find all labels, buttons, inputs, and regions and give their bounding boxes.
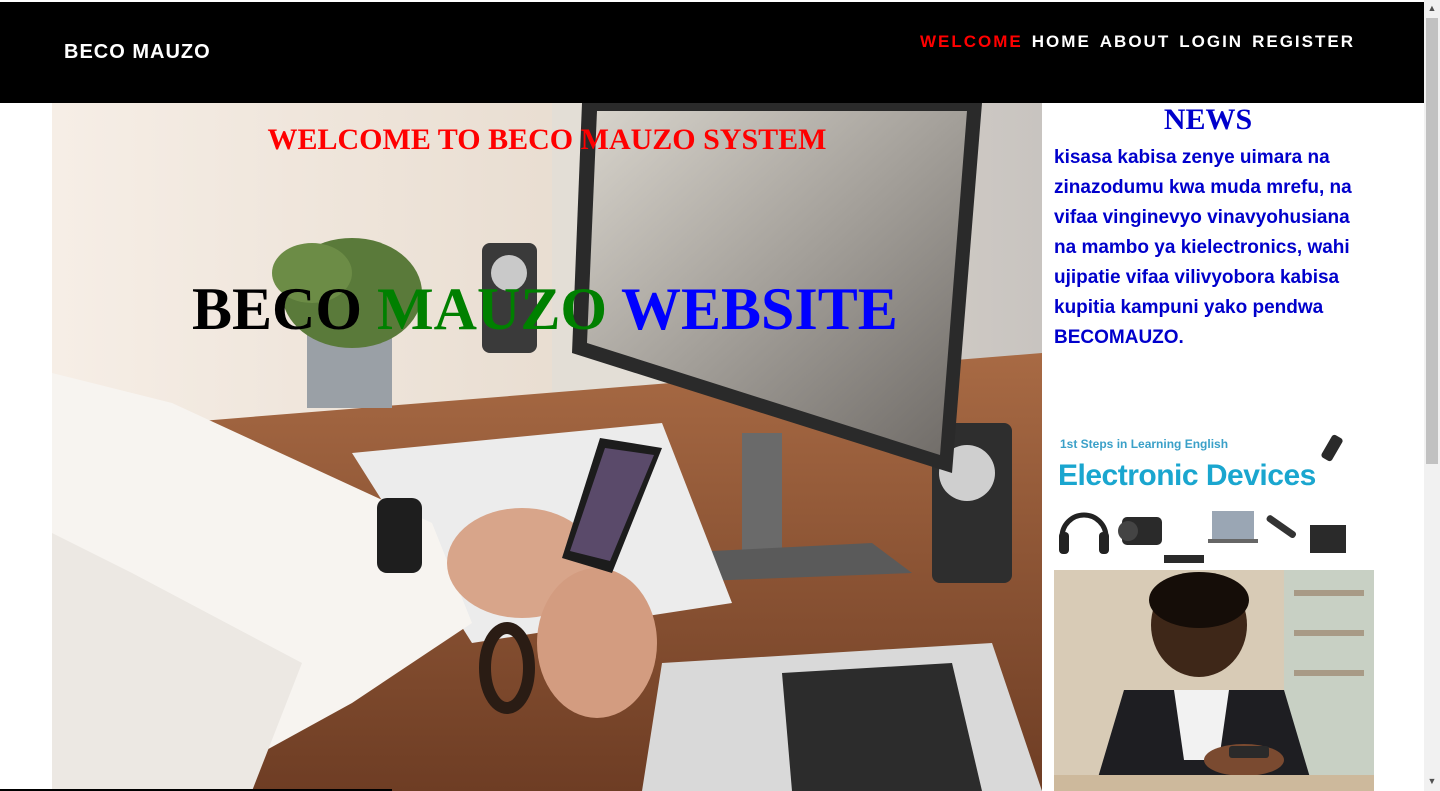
top-navbar: BECO MAUZO WELCOME HOME ABOUT LOGIN REGI… [0, 2, 1424, 103]
nav-about[interactable]: ABOUT [1100, 32, 1170, 52]
scrollbar[interactable]: ▲ ▼ [1424, 0, 1440, 791]
scroll-up-arrow-icon[interactable]: ▲ [1424, 0, 1440, 16]
boy-with-phone-image [1054, 570, 1374, 791]
hero-title-beco: BECO [192, 276, 363, 342]
main-nav: WELCOME HOME ABOUT LOGIN REGISTER [920, 32, 1355, 52]
hero-section: WELCOME TO BECO MAUZO SYSTEM BECO MAUZO … [52, 103, 1042, 791]
hero-background-photo [52, 103, 1042, 791]
scroll-down-arrow-icon[interactable]: ▼ [1424, 773, 1440, 789]
page: BECO MAUZO WELCOME HOME ABOUT LOGIN REGI… [0, 0, 1440, 791]
electronic-devices-image: 1st Steps in Learning English Electronic… [1054, 427, 1354, 565]
news-heading: NEWS [1163, 103, 1253, 136]
nav-register[interactable]: REGISTER [1252, 32, 1355, 52]
news-sidebar: NEWS muuzu,, kompyuta mpakato za kisasa … [1042, 103, 1424, 791]
devices-illustration [1059, 434, 1346, 563]
brand-logo[interactable]: BECO MAUZO [64, 41, 211, 64]
news-marquee: muuzu,, kompyuta mpakato za kisasa kabis… [1054, 139, 1374, 415]
hero-title-mauzo: MAUZO [377, 276, 608, 342]
nav-login[interactable]: LOGIN [1179, 32, 1243, 52]
nav-welcome[interactable]: WELCOME [920, 32, 1023, 52]
boy-photo [1054, 570, 1374, 791]
hero-welcome-heading: WELCOME TO BECO MAUZO SYSTEM [267, 123, 827, 156]
hero-title: BECO MAUZO WEBSITE [192, 275, 898, 344]
nav-home[interactable]: HOME [1032, 32, 1091, 52]
scroll-thumb[interactable] [1426, 18, 1438, 464]
news-text: muuzu,, kompyuta mpakato za kisasa kabis… [1054, 147, 1352, 348]
hero-title-website: WEBSITE [620, 276, 898, 342]
